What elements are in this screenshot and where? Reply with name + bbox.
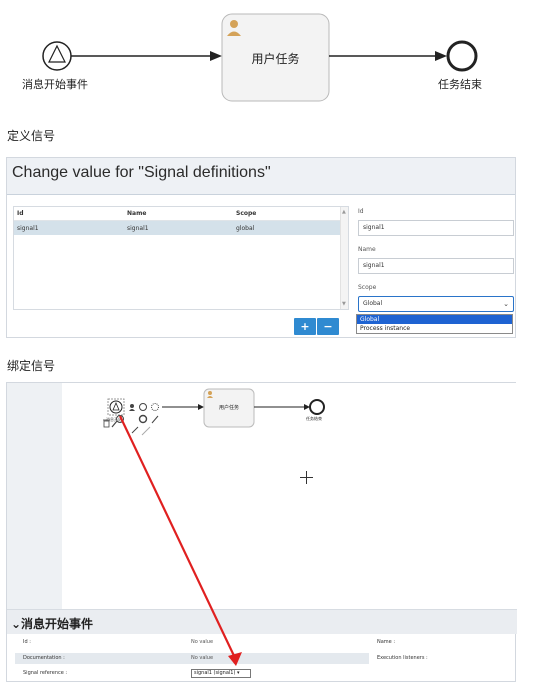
property-value: No value (191, 639, 214, 645)
arrow-head-1 (210, 51, 222, 61)
property-row-documentation[interactable]: Documentation : No value (15, 653, 369, 664)
property-key: Signal reference : (23, 670, 68, 676)
mini-diagram (103, 388, 325, 436)
properties-title[interactable]: ⌄消息开始事件 (7, 609, 517, 634)
scroll-up-icon[interactable]: ▲ (342, 209, 346, 215)
scope-dropdown[interactable]: Global Process instance (356, 314, 513, 334)
remove-signal-button[interactable]: − (317, 318, 339, 335)
mini-start-label: 消息开始 (106, 417, 122, 422)
column-header-name[interactable]: Name (124, 210, 233, 217)
start-event-label: 消息开始事件 (22, 78, 88, 91)
signal-definitions-panel: Change value for "Signal definitions" Id… (6, 157, 516, 338)
end-event-circle[interactable] (446, 40, 478, 72)
mini-task-label: 用户任务 (218, 405, 239, 411)
end-event-label: 任务结束 (438, 78, 482, 91)
signal-grid: Id Name Scope signal1 signal1 global ▲ ▼ (13, 206, 349, 310)
property-value: No value (191, 655, 214, 661)
column-header-id[interactable]: Id (14, 210, 124, 217)
add-signal-button[interactable]: + (294, 318, 316, 335)
cross-cursor-icon (300, 471, 313, 484)
cell-name: signal1 (127, 224, 149, 232)
grid-scrollbar[interactable]: ▲ ▼ (340, 207, 348, 309)
scope-select-value: Global (363, 300, 383, 307)
grid-header: Id Name Scope (14, 207, 348, 221)
property-key: Id : (23, 639, 31, 645)
id-field[interactable]: signal1 (358, 220, 514, 236)
property-row-id[interactable]: Id : No value (15, 637, 369, 648)
cell-id: signal1 (17, 224, 39, 232)
user-task-label: 用户任务 (251, 52, 300, 66)
bind-signal-heading: 绑定信号 (7, 359, 56, 373)
mini-end-label: 任务结束 (306, 416, 322, 421)
mini-end-event[interactable] (309, 399, 325, 415)
panel-title: Change value for "Signal definitions" (7, 158, 515, 195)
bpmn-diagram: 消息开始事件 用户任务 任务结束 (0, 0, 541, 115)
table-row[interactable]: signal1 signal1 global (14, 221, 348, 235)
chevron-down-icon: ⌄ (503, 300, 509, 308)
name-field[interactable]: signal1 (358, 258, 514, 274)
palette-panel (7, 383, 62, 609)
id-label: Id (358, 208, 364, 215)
scope-option-process-instance[interactable]: Process instance (357, 324, 512, 333)
scroll-down-icon[interactable]: ▼ (342, 301, 346, 307)
property-execution-listeners-label[interactable]: Execution listeners : (377, 653, 428, 664)
arrow-head-2 (435, 51, 447, 61)
scope-label: Scope (358, 284, 377, 291)
scope-select[interactable]: Global ⌄ (358, 296, 514, 312)
scope-option-global[interactable]: Global (357, 315, 512, 324)
context-pad[interactable] (116, 403, 159, 436)
cell-scope: global (236, 224, 255, 232)
property-name-label[interactable]: Name : (377, 637, 395, 648)
name-label: Name (358, 246, 376, 253)
editor-canvas[interactable]: 用户任务 任务结束 消息开始 (62, 383, 517, 609)
process-editor: 用户任务 任务结束 消息开始 ⌄消息开始事件 Id : No value Doc… (6, 382, 517, 682)
signal-reference-select[interactable]: signal1 (signal1) ▾ (191, 669, 251, 678)
define-signal-heading: 定义信号 (7, 129, 56, 143)
property-key: Documentation : (23, 655, 65, 661)
column-header-scope[interactable]: Scope (233, 210, 333, 217)
